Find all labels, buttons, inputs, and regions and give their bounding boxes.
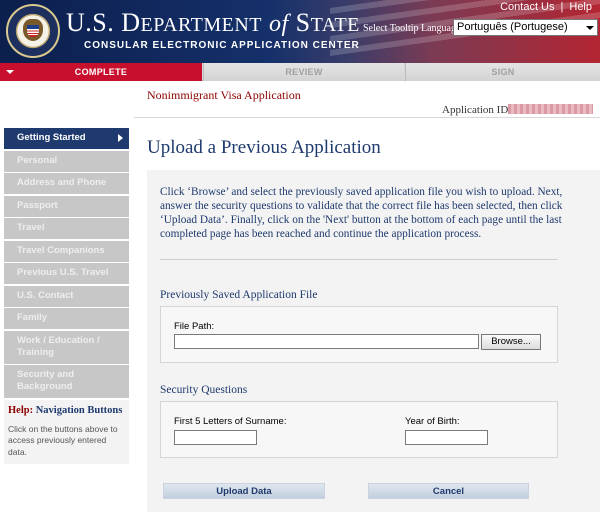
step-sign: SIGN [405,63,600,81]
application-id-label: Application ID [442,104,509,116]
sidebar-item-travel-companions: Travel Companions [4,240,129,263]
progress-bar: COMPLETE REVIEW SIGN [0,63,600,81]
application-id-redacted [508,104,593,114]
site-header: U.S. DEPARTMENT of STATE CONSULAR ELECTR… [0,0,600,63]
help-text: Click on the buttons above to access pre… [8,423,118,457]
sidebar-item-family: Family [4,308,129,330]
application-name: Nonimmigrant Visa Application [147,88,301,102]
tooltip-language-value: Português (Portugese) [457,21,568,33]
sidebar-item-passport: Passport [4,195,129,218]
chevron-down-icon [586,26,594,30]
upload-instructions: Click ‘Browse’ and select the previously… [160,186,563,240]
sidebar-item-address-and-phone: Address and Phone [4,173,129,195]
birth-year-input[interactable] [405,430,488,445]
file-path-input[interactable] [174,334,479,349]
top-links: Contact Us | Help [500,1,592,13]
state-department-seal-icon [6,4,60,58]
page-title: Upload a Previous Application [147,137,381,158]
contact-us-link[interactable]: Contact Us [500,1,554,13]
sidebar-item-work-education-training: Work / Education / Training [4,330,129,365]
surname-input[interactable] [174,430,257,445]
sidebar-item-travel: Travel [4,218,129,240]
file-path-label: File Path: [174,321,215,332]
sidebar-item-previous-us-travel: Previous U.S. Travel [4,263,129,285]
navigation-help-box: Help: Navigation Buttons Click on the bu… [4,399,129,464]
site-title: U.S. DEPARTMENT of STATE [66,8,360,37]
caret-down-icon [6,70,14,74]
cancel-button[interactable]: Cancel [368,483,529,499]
shield-icon [27,25,39,37]
upload-data-button[interactable]: Upload Data [163,483,325,499]
tooltip-language-label: Select Tooltip Language [363,23,461,34]
site-subtitle: CONSULAR ELECTRONIC APPLICATION CENTER [84,40,360,51]
arrow-right-icon [118,134,123,142]
sidebar-nav: Getting Started Personal Address and Pho… [4,128,129,464]
tooltip-language-select[interactable]: Português (Portugese) [453,19,598,36]
birth-year-label: Year of Birth: [405,416,460,427]
help-link[interactable]: Help [569,1,592,13]
link-separator: | [560,1,564,13]
surname-label: First 5 Letters of Surname: [174,416,287,427]
saved-file-section-title: Previously Saved Application File [160,289,318,301]
subheader-divider [134,117,600,118]
sidebar-item-security-and-background: Security and Background [4,365,129,399]
site-brand: U.S. DEPARTMENT of STATE CONSULAR ELECTR… [66,8,360,52]
step-complete: COMPLETE [0,63,202,81]
sidebar-item-getting-started[interactable]: Getting Started [4,128,129,150]
sidebar-item-personal: Personal [4,150,129,173]
security-questions-section-title: Security Questions [160,384,248,396]
help-title: Help: Navigation Buttons [8,404,123,416]
browse-button[interactable]: Browse... [481,334,541,350]
sidebar-item-us-contact: U.S. Contact [4,285,129,308]
section-divider [160,259,558,260]
step-review: REVIEW [203,63,404,81]
